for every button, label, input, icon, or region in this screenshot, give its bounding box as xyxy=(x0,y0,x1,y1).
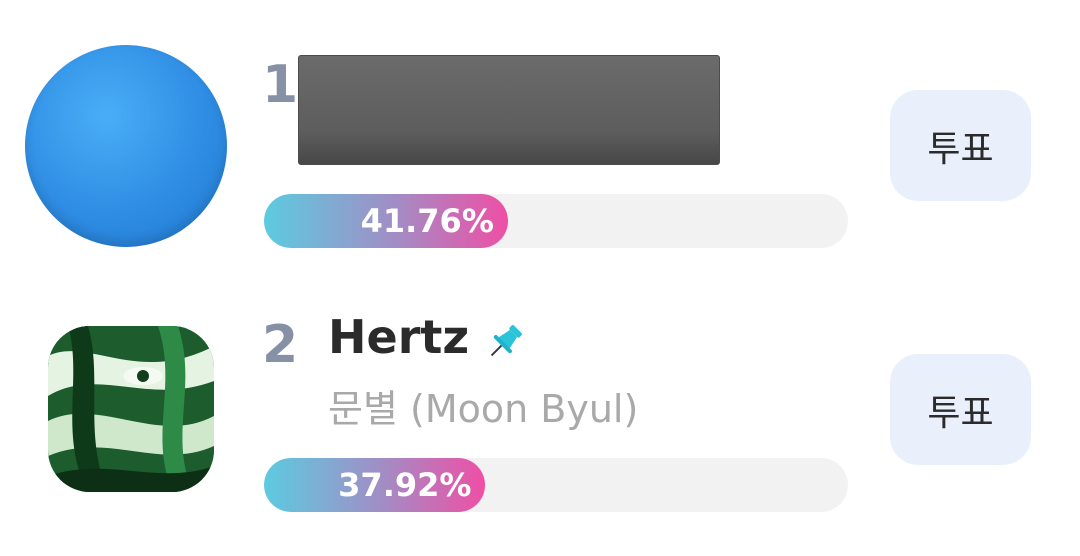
pushpin-icon xyxy=(490,325,522,357)
rank-number: 2 xyxy=(262,315,299,375)
artist-name: 문별 (Moon Byul) xyxy=(328,387,639,431)
album-cover-thumbnail xyxy=(48,326,214,492)
vote-entry-2: 2 Hertz 문별 (Moon Byul) 37.92% 투표 xyxy=(0,290,1080,556)
vote-button[interactable]: 투표 xyxy=(890,90,1031,201)
vote-percent-label: 41.76% xyxy=(360,202,494,240)
redacted-title-block xyxy=(298,55,720,165)
vote-progress-fill: 41.76% xyxy=(264,194,508,248)
vote-entry-1: 1 41.76% 투표 xyxy=(0,0,1080,270)
rank-number: 1 xyxy=(262,55,299,115)
vote-progress-fill: 37.92% xyxy=(264,458,486,512)
song-title: Hertz xyxy=(328,310,470,364)
vote-percent-label: 37.92% xyxy=(338,466,472,504)
entry-thumbnail xyxy=(25,45,227,247)
vote-button[interactable]: 투표 xyxy=(890,354,1031,465)
vote-progress-bar: 41.76% xyxy=(264,194,848,248)
vote-progress-bar: 37.92% xyxy=(264,458,848,512)
